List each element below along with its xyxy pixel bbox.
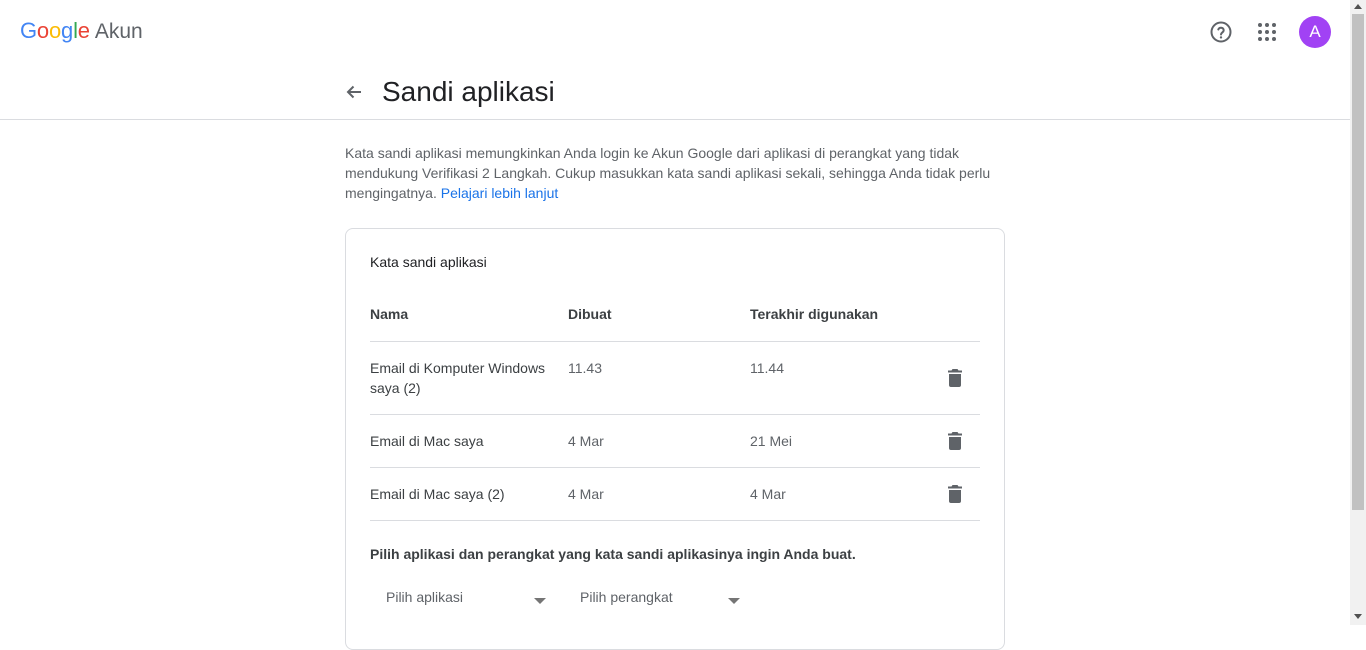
row-name: Email di Mac saya (2) bbox=[370, 486, 505, 502]
product-name: Akun bbox=[94, 20, 143, 43]
logo-letter: o bbox=[48, 18, 62, 43]
row-created: 4 Mar bbox=[568, 486, 604, 502]
select-app-label: Pilih aplikasi bbox=[386, 589, 464, 605]
trash-icon bbox=[948, 432, 962, 450]
apps-grid-icon bbox=[1258, 23, 1276, 41]
column-header-last-used: Terakhir digunakan bbox=[750, 306, 879, 322]
column-header-created: Dibuat bbox=[568, 306, 612, 322]
arrow-back-icon bbox=[346, 85, 361, 99]
scroll-up-arrow-icon[interactable] bbox=[1354, 4, 1362, 9]
row-last-used: 11.44 bbox=[750, 360, 784, 376]
page-title: Sandi aplikasi bbox=[382, 76, 555, 107]
select-app-dropdown[interactable]: Pilih aplikasi bbox=[370, 584, 548, 614]
column-header-name: Nama bbox=[370, 306, 409, 322]
logo-letter: g bbox=[61, 18, 74, 43]
vertical-scrollbar[interactable] bbox=[1350, 0, 1366, 625]
scroll-down-arrow-icon[interactable] bbox=[1354, 614, 1362, 619]
row-last-used: 21 Mei bbox=[750, 433, 793, 449]
scrollbar-thumb[interactable] bbox=[1352, 14, 1364, 510]
trash-icon bbox=[948, 485, 962, 503]
learn-more-link[interactable]: Pelajari lebih lanjut bbox=[441, 185, 559, 201]
google-account-logo[interactable]: Google Akun bbox=[20, 18, 143, 46]
row-name: Email di Komputer Windows saya (2) bbox=[370, 360, 546, 396]
page-header: Sandi aplikasi bbox=[0, 64, 1350, 120]
app-passwords-card: Kata sandi aplikasi Nama Dibuat Terakhir… bbox=[345, 228, 1005, 650]
page-description: Kata sandi aplikasi memungkinkan Anda lo… bbox=[345, 143, 1005, 203]
logo-letter: G bbox=[20, 18, 37, 43]
chevron-down-icon bbox=[534, 598, 546, 604]
google-wordmark: Google bbox=[20, 18, 90, 44]
table-row: Email di Komputer Windows saya (2) 11.43… bbox=[370, 341, 980, 414]
delete-button[interactable] bbox=[941, 427, 969, 455]
avatar[interactable]: A bbox=[1299, 16, 1331, 48]
logo-letter: o bbox=[36, 18, 49, 43]
chevron-down-icon bbox=[728, 598, 740, 604]
row-created: 4 Mar bbox=[568, 433, 604, 449]
table-row: Email di Mac saya (2) 4 Mar 4 Mar bbox=[370, 467, 980, 520]
trash-icon bbox=[948, 369, 962, 387]
back-button[interactable] bbox=[339, 77, 369, 107]
delete-button[interactable] bbox=[941, 364, 969, 392]
row-last-used: 4 Mar bbox=[750, 486, 786, 502]
delete-button[interactable] bbox=[941, 480, 969, 508]
row-created: 11.43 bbox=[568, 360, 602, 376]
select-device-label: Pilih perangkat bbox=[580, 589, 673, 605]
help-circle-icon bbox=[1210, 21, 1232, 43]
logo-letter: e bbox=[77, 18, 90, 43]
help-button[interactable] bbox=[1205, 16, 1237, 48]
top-bar: Google Akun A bbox=[0, 0, 1350, 64]
row-name: Email di Mac saya bbox=[370, 433, 484, 449]
table-divider bbox=[370, 520, 980, 521]
generate-instruction: Pilih aplikasi dan perangkat yang kata s… bbox=[370, 546, 856, 562]
select-device-dropdown[interactable]: Pilih perangkat bbox=[564, 584, 742, 614]
card-title: Kata sandi aplikasi bbox=[370, 254, 487, 270]
apps-button[interactable] bbox=[1251, 16, 1283, 48]
table-row: Email di Mac saya 4 Mar 21 Mei bbox=[370, 414, 980, 467]
